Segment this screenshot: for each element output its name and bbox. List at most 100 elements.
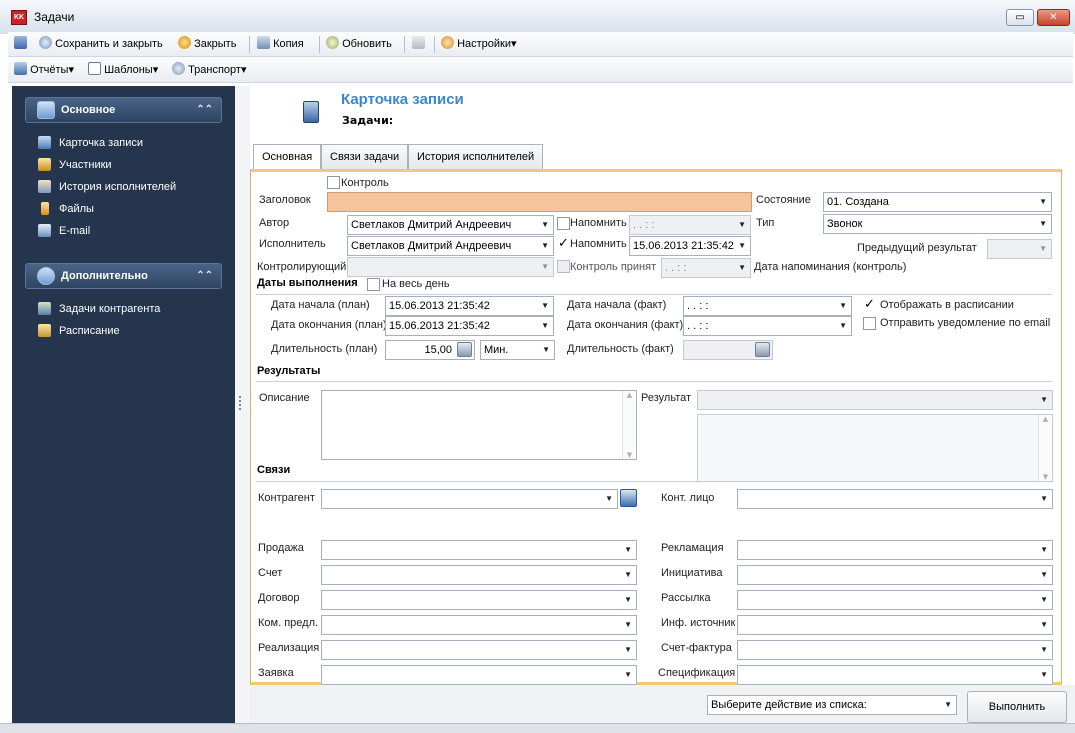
contact-label: Конт. лицо [661, 492, 715, 504]
copy-button[interactable]: Копия [257, 32, 304, 57]
prev-result-select[interactable]: ▼ [987, 239, 1052, 259]
templates-label: Шаблоны▾ [104, 64, 159, 76]
status-strip [0, 723, 1075, 733]
calculator-icon[interactable] [457, 342, 472, 357]
copy-label: Копия [273, 38, 304, 50]
link-select-specification[interactable]: ▼ [737, 665, 1053, 685]
end-fact-label: Дата окончания (факт) [567, 319, 684, 331]
restore-button[interactable]: ▭ [1006, 9, 1034, 26]
counterparty-select[interactable]: ▼ [321, 489, 618, 509]
dropdown-arrow-icon: ▼ [1039, 244, 1047, 253]
control-checkbox[interactable] [327, 176, 340, 189]
start-plan-datetime[interactable]: 15.06.2013 21:35:42 ▼ [385, 296, 554, 316]
send-email-checkbox[interactable] [863, 317, 876, 330]
transport-button[interactable]: Транспорт▾ [172, 58, 246, 83]
open-counterparty-card-icon[interactable] [620, 489, 637, 507]
state-value: 01. Создана [827, 196, 889, 208]
link-select-realization[interactable]: ▼ [321, 640, 637, 660]
sidebar-item-record-card[interactable]: Карточка записи [38, 135, 143, 151]
link-select-initiative[interactable]: ▼ [737, 565, 1053, 585]
remind2-datetime[interactable]: 15.06.2013 21:35:42 ▼ [629, 236, 751, 256]
executor-select[interactable]: Светлаков Дмитрий Андреевич ▼ [347, 236, 554, 256]
sidebar-item-counterparty-tasks[interactable]: Задачи контрагента [38, 301, 160, 317]
start-fact-datetime[interactable]: . . : : ▼ [683, 296, 852, 316]
sidebar-item-label: Участники [59, 159, 112, 171]
show-schedule-checkbox[interactable]: ✓ [863, 298, 876, 312]
close-window-button[interactable]: ✕ [1037, 9, 1070, 26]
link-label-contract: Договор [258, 592, 300, 604]
control-accepted-checkbox[interactable] [557, 260, 570, 273]
duration-fact-input[interactable] [683, 340, 773, 360]
settings-button[interactable]: Настройки▾ [441, 32, 517, 57]
sidebar-item-email[interactable]: E-mail [38, 223, 90, 239]
author-select[interactable]: Светлаков Дмитрий Андреевич ▼ [347, 215, 554, 235]
description-label: Описание [259, 392, 310, 404]
all-day-checkbox[interactable] [367, 278, 380, 291]
collapse-chevron-icon[interactable]: ⌃⌃ [196, 98, 213, 122]
toolbar-separator [249, 36, 250, 53]
move-up-button[interactable] [412, 32, 425, 57]
run-button[interactable]: Выполнить [967, 691, 1067, 723]
link-select-invoice[interactable]: ▼ [321, 565, 637, 585]
section-divider [256, 381, 1052, 382]
calculator-icon[interactable] [755, 342, 770, 357]
main-group-icon [37, 101, 55, 119]
remind1-checkbox[interactable] [557, 217, 570, 230]
link-label-sale: Продажа [258, 542, 304, 554]
textarea-scrollbar[interactable]: ▲ ▼ [622, 391, 636, 459]
remind-date-control-label: Дата напоминания (контроль) [754, 261, 907, 273]
result-textarea[interactable]: ▲ ▼ [697, 414, 1053, 482]
title-input[interactable] [327, 192, 752, 212]
link-select-sale[interactable]: ▼ [321, 540, 637, 560]
duration-plan-input[interactable]: 15,00 [385, 340, 475, 360]
sidebar-group-main[interactable]: Основное ⌃⌃ [25, 97, 222, 123]
textarea-scrollbar[interactable]: ▲ ▼ [1038, 415, 1052, 481]
sidebar-item-files[interactable]: Файлы [41, 201, 94, 217]
collapse-chevron-icon[interactable]: ⌃⌃ [196, 264, 213, 288]
end-fact-datetime[interactable]: . . : : ▼ [683, 316, 852, 336]
link-select-info-source[interactable]: ▼ [737, 615, 1053, 635]
splitter-grip-icon[interactable] [239, 396, 242, 410]
link-label-initiative: Инициатива [661, 567, 723, 579]
sidebar-item-participants[interactable]: Участники [38, 157, 112, 173]
tab-main[interactable]: Основная [253, 144, 322, 170]
sidebar-group-extra-label: Дополнительно [61, 270, 148, 282]
link-select-tax-invoice[interactable]: ▼ [737, 640, 1053, 660]
link-select-claim[interactable]: ▼ [737, 540, 1053, 560]
sidebar-item-label: Файлы [59, 203, 94, 215]
link-select-mailing[interactable]: ▼ [737, 590, 1053, 610]
remind1-datetime[interactable]: . . : : ▼ [629, 215, 751, 235]
control-accepted-datetime[interactable]: . . : : ▼ [661, 258, 751, 278]
result-select[interactable]: ▼ [697, 390, 1053, 410]
templates-button[interactable]: Шаблоны▾ [88, 58, 158, 83]
controller-select[interactable]: ▼ [347, 257, 554, 277]
link-select-offer[interactable]: ▼ [321, 615, 637, 635]
type-select[interactable]: Звонок ▼ [823, 214, 1052, 234]
remind2-checkbox[interactable]: ✓ [557, 237, 570, 251]
tab-task-links[interactable]: Связи задачи [321, 144, 409, 169]
end-plan-datetime[interactable]: 15.06.2013 21:35:42 ▼ [385, 316, 554, 336]
email-icon [38, 224, 51, 237]
sidebar-group-extra[interactable]: Дополнительно ⌃⌃ [25, 263, 222, 289]
reports-button[interactable]: Отчёты▾ [14, 58, 74, 83]
refresh-button[interactable]: Обновить [326, 32, 392, 57]
transport-icon [172, 62, 185, 75]
action-select[interactable]: Выберите действие из списка: ▼ [707, 695, 957, 715]
link-label-claim: Рекламация [661, 542, 724, 554]
contact-select[interactable]: ▼ [737, 489, 1053, 509]
sidebar-splitter[interactable] [235, 86, 250, 723]
link-select-contract[interactable]: ▼ [321, 590, 637, 610]
dropdown-arrow-icon: ▼ [624, 570, 632, 579]
tab-executor-history[interactable]: История исполнителей [408, 144, 544, 169]
sidebar-item-schedule[interactable]: Расписание [38, 323, 120, 339]
state-select[interactable]: 01. Создана ▼ [823, 192, 1052, 212]
save-close-button[interactable]: Сохранить и закрыть [39, 32, 163, 57]
close-button[interactable]: Закрыть [178, 32, 236, 57]
link-select-request[interactable]: ▼ [321, 665, 637, 685]
save-button[interactable] [14, 32, 27, 57]
toolbar-separator [404, 36, 405, 53]
description-textarea[interactable]: ▲ ▼ [321, 390, 637, 460]
duration-unit-select[interactable]: Мин. ▼ [480, 340, 555, 360]
sidebar-item-executor-history[interactable]: История исполнителей [38, 179, 176, 195]
page-title: Карточка записи [341, 91, 464, 108]
